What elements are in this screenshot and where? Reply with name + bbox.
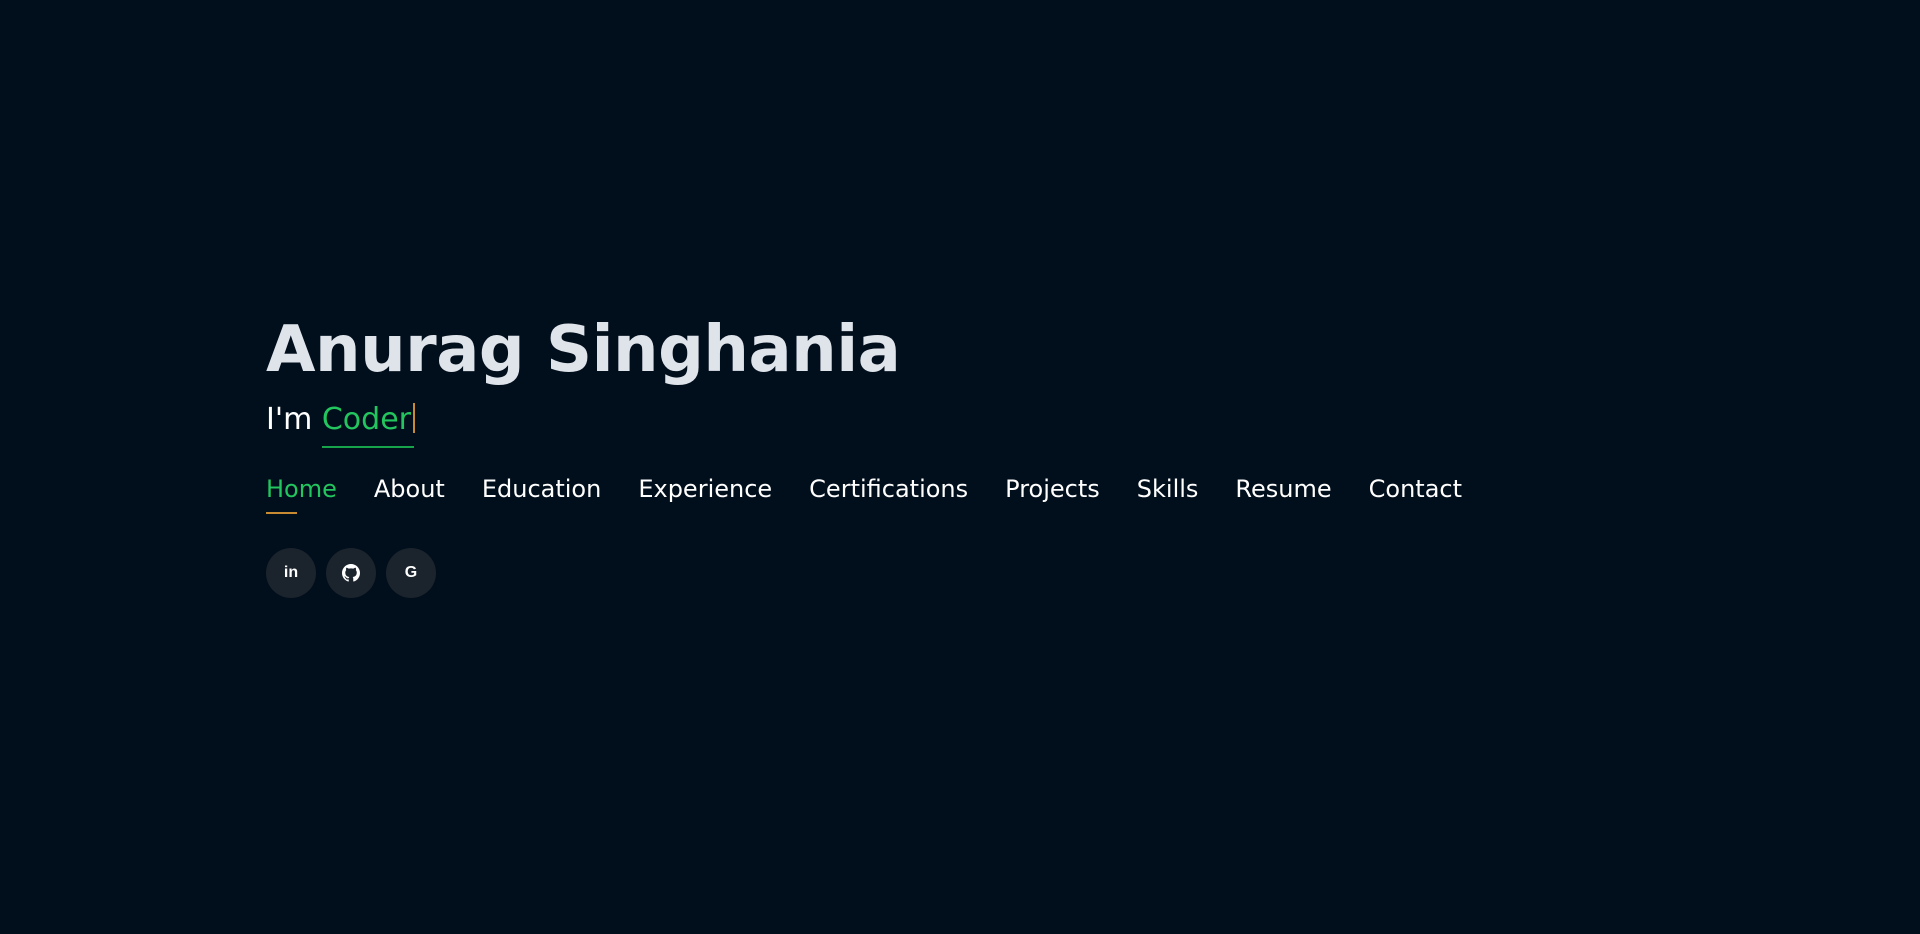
hero-section: Anurag Singhania I'm Coder Home About Ed… xyxy=(266,312,1462,598)
hero-name: Anurag Singhania xyxy=(266,313,901,387)
tagline-role: Coder xyxy=(321,402,415,448)
nav-item-contact[interactable]: Contact xyxy=(1369,474,1462,504)
nav-item-about[interactable]: About xyxy=(374,474,445,504)
nav-item-skills[interactable]: Skills xyxy=(1137,474,1199,504)
google-icon: G xyxy=(404,564,418,581)
typing-cursor xyxy=(413,403,415,433)
nav-item-home[interactable]: Home xyxy=(266,474,337,514)
linkedin-button[interactable]: in xyxy=(266,548,316,598)
google-button[interactable]: G xyxy=(386,548,436,598)
github-button[interactable] xyxy=(326,548,376,598)
github-icon xyxy=(342,564,360,582)
nav-item-projects[interactable]: Projects xyxy=(1005,474,1100,504)
tagline-prefix: I'm xyxy=(266,402,322,437)
nav-item-experience[interactable]: Experience xyxy=(638,474,772,504)
nav-item-resume[interactable]: Resume xyxy=(1235,474,1331,504)
nav-item-education[interactable]: Education xyxy=(482,474,601,504)
linkedin-icon: in xyxy=(283,564,299,581)
social-links: in G xyxy=(266,548,1462,598)
main-nav: Home About Education Experience Certific… xyxy=(266,474,1462,514)
nav-item-certifications[interactable]: Certifications xyxy=(809,474,968,504)
hero-tagline: I'm Coder xyxy=(266,402,1462,448)
